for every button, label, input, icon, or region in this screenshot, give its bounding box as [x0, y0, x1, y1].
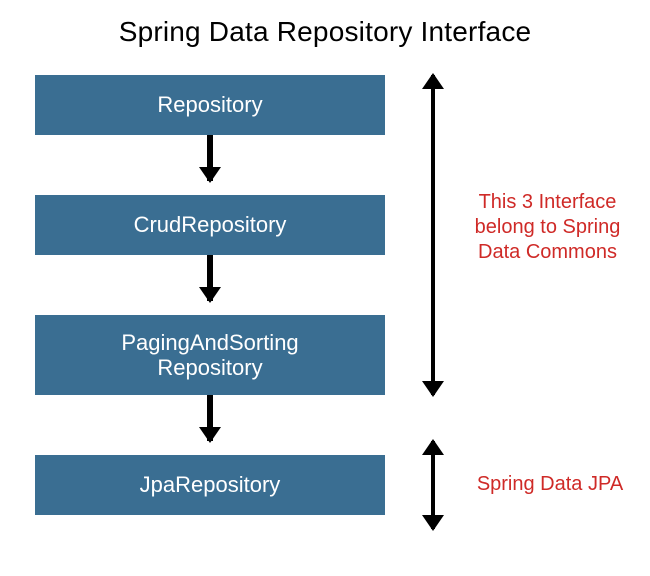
annotation-jpa: Spring Data JPA — [465, 472, 635, 497]
box-label: Repository — [35, 355, 385, 380]
box-label: JpaRepository — [35, 472, 385, 497]
arrow-down-icon — [207, 135, 213, 181]
range-arrow-commons-icon — [431, 75, 435, 395]
arrow-down-icon — [207, 255, 213, 301]
box-label: Repository — [35, 92, 385, 117]
box-label: PagingAndSorting — [35, 330, 385, 355]
annotation-commons: This 3 Interface belong to Spring Data C… — [460, 190, 635, 265]
box-jpa-repository: JpaRepository — [35, 455, 385, 515]
arrow-down-icon — [207, 395, 213, 441]
box-label: CrudRepository — [35, 212, 385, 237]
box-crud-repository: CrudRepository — [35, 195, 385, 255]
box-paging-and-sorting-repository: PagingAndSorting Repository — [35, 315, 385, 395]
range-arrow-jpa-icon — [431, 441, 435, 529]
diagram-title: Spring Data Repository Interface — [0, 16, 650, 48]
box-repository: Repository — [35, 75, 385, 135]
